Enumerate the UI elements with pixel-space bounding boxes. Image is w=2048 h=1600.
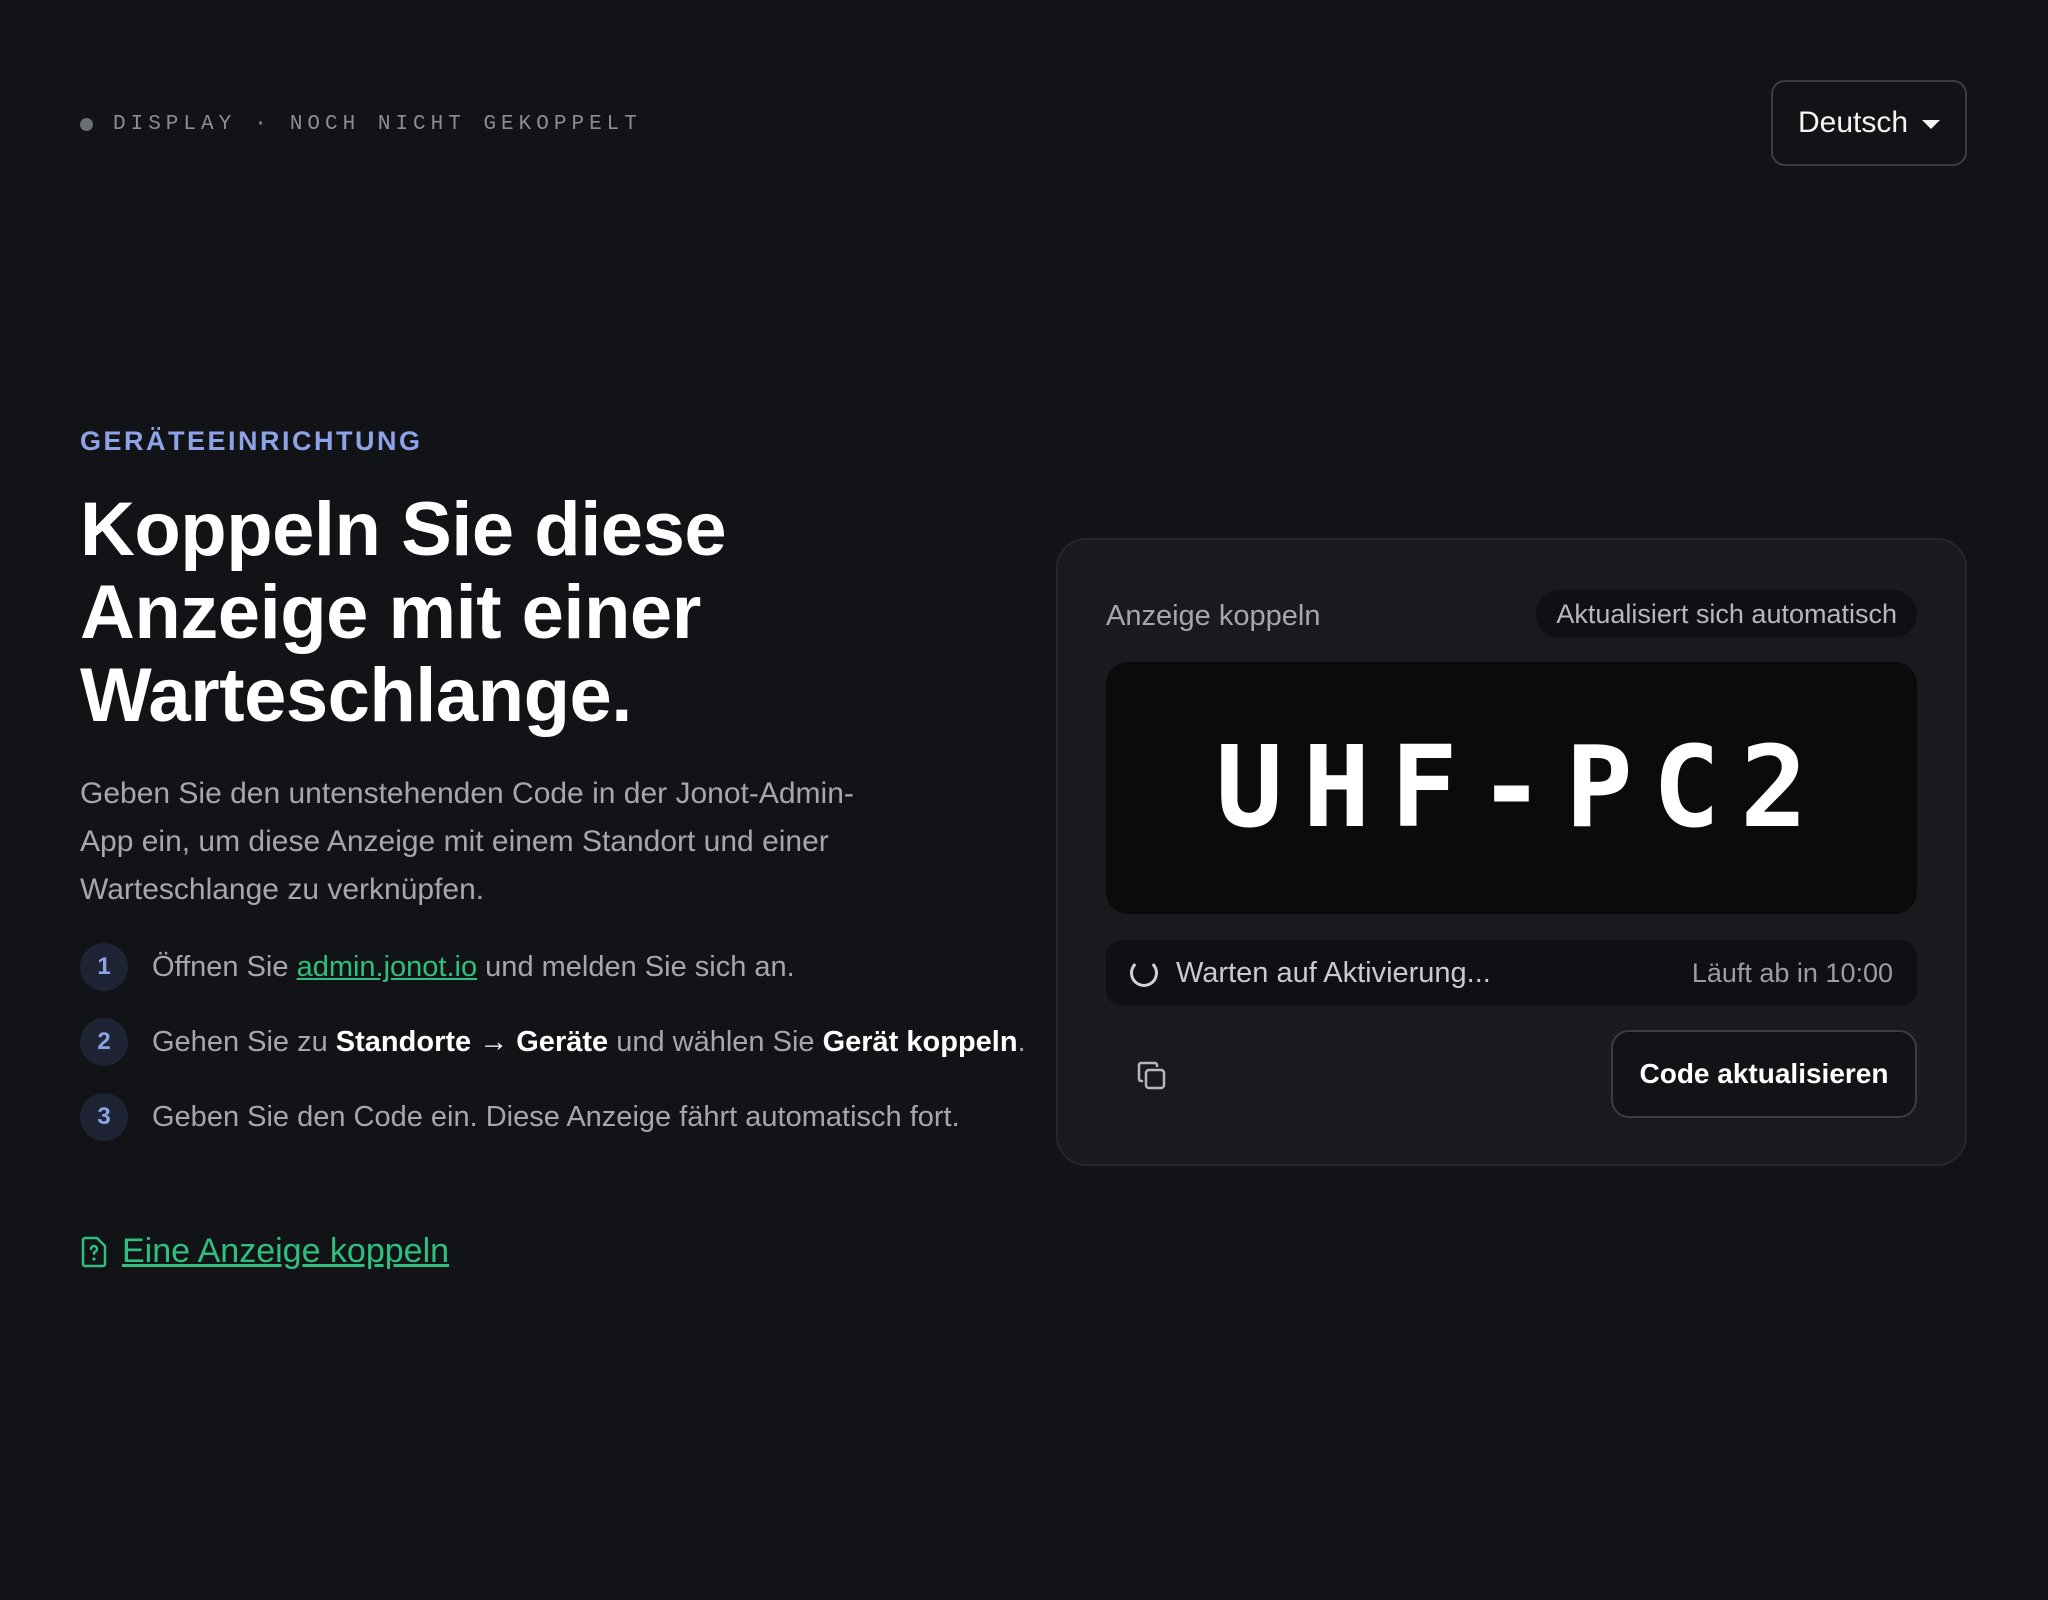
page-description: Geben Sie den untenstehenden Code in der… (80, 777, 854, 906)
step-number: 1 (80, 943, 128, 991)
waiting-text: Warten auf Aktivierung... (1176, 956, 1491, 989)
card-title: Anzeige koppeln (1106, 600, 1321, 632)
pairing-page: DISPLAY · NOCH NICHT GEKOPPELT Deutsch G… (0, 0, 2048, 1600)
step-2-suffix: . (1017, 1026, 1026, 1058)
auto-refresh-badge: Aktualisiert sich automatisch (1536, 590, 1917, 638)
admin-link[interactable]: admin.jonot.io (297, 951, 478, 983)
refresh-code-button[interactable]: Code aktualisieren (1611, 1030, 1917, 1118)
step-text: Gehen Sie zu Standorte → Geräte und wähl… (152, 1021, 1030, 1063)
pairing-code: UHF-PC2 (1215, 723, 1828, 853)
language-select-value: Deutsch (1797, 106, 1909, 139)
pairing-code-box: UHF-PC2 (1106, 662, 1917, 914)
pairing-card: Anzeige koppeln Aktualisiert sich automa… (1056, 538, 1967, 1166)
step-text: Geben Sie den Code ein. Diese Anzeige fä… (152, 1101, 960, 1133)
section-eyebrow: GERÄTEEINRICHTUNG (80, 426, 423, 456)
help-link[interactable]: Eine Anzeige koppeln (80, 1232, 449, 1271)
steps-list: 1 Öffnen Sie admin.jonot.io und melden S… (80, 943, 1030, 1141)
step-number: 3 (80, 1093, 128, 1141)
step-2-path: Standorte → Geräte (335, 1026, 609, 1058)
activation-status: Warten auf Aktivierung... Läuft ab in 10… (1106, 940, 1917, 1006)
step-number: 2 (80, 1018, 128, 1066)
help-link-label: Eine Anzeige koppeln (122, 1232, 450, 1270)
language-select[interactable]: Deutsch (1771, 80, 1967, 166)
step-1-prefix: Öffnen Sie (152, 951, 297, 983)
step-2: 2 Gehen Sie zu Standorte → Geräte und wä… (80, 1018, 1030, 1066)
status-dot-icon (80, 118, 93, 131)
step-text: Öffnen Sie admin.jonot.io und melden Sie… (152, 946, 1030, 988)
step-2-middle: und wählen Sie (608, 1026, 823, 1058)
step-3: 3 Geben Sie den Code ein. Diese Anzeige … (80, 1093, 1030, 1141)
step-1: 1 Öffnen Sie admin.jonot.io und melden S… (80, 943, 1030, 991)
copy-icon (1137, 1061, 1166, 1090)
status-value: NOCH NICHT GEKOPPELT (289, 113, 642, 136)
step-2-prefix: Gehen Sie zu (152, 1026, 336, 1058)
chevron-down-icon (1922, 120, 1941, 129)
expiry-timer: Läuft ab in 10:00 (1691, 957, 1893, 988)
status-label: DISPLAY (113, 113, 237, 136)
step-1-suffix: und melden Sie sich an. (477, 951, 795, 983)
status-separator: · (254, 113, 272, 136)
page-title: Koppeln Sie diese Anzeige mit einer Wart… (80, 487, 727, 738)
step-2-action: Gerät koppeln (822, 1026, 1018, 1058)
help-document-icon (81, 1236, 107, 1267)
spinner-icon (1130, 959, 1158, 987)
copy-code-button[interactable] (1124, 1048, 1180, 1104)
device-status: DISPLAY · NOCH NICHT GEKOPPELT (80, 113, 642, 136)
